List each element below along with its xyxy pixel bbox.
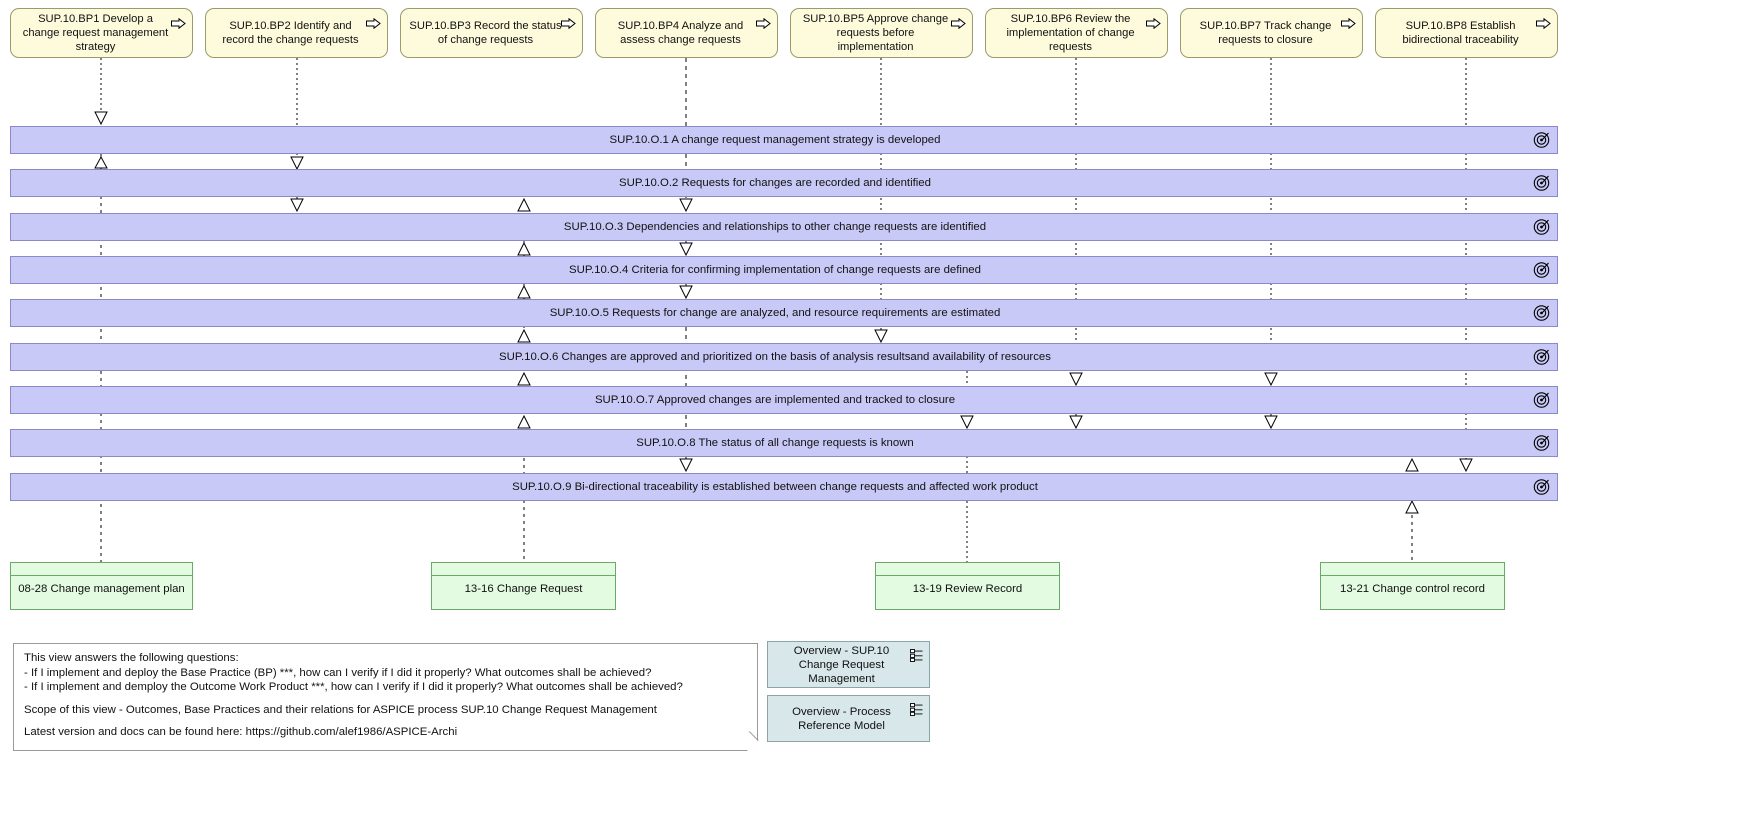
- diagram-note: This view answers the following question…: [13, 643, 759, 751]
- outcome-label: SUP.10.O.1 A change request management s…: [609, 134, 941, 146]
- base-practice-BP4[interactable]: SUP.10.BP4 Analyze and assess change req…: [595, 8, 778, 58]
- work-product-WP4[interactable]: 13-21 Change control record: [1320, 562, 1505, 610]
- view-list-icon: [910, 703, 923, 716]
- outcome-label: SUP.10.O.4 Criteria for confirming imple…: [569, 264, 981, 276]
- outcome-label: SUP.10.O.8 The status of all change requ…: [636, 437, 914, 449]
- goal-target-icon: [1533, 392, 1550, 408]
- process-arrow-icon: [366, 18, 381, 29]
- outcome-label: SUP.10.O.2 Requests for changes are reco…: [619, 177, 931, 189]
- outcome-O6[interactable]: SUP.10.O.6 Changes are approved and prio…: [10, 343, 1558, 371]
- process-arrow-icon: [1536, 18, 1551, 29]
- outcome-O4[interactable]: SUP.10.O.4 Criteria for confirming imple…: [10, 256, 1558, 284]
- work-product-label: 13-21 Change control record: [1339, 583, 1485, 595]
- note-spacer: [24, 695, 747, 703]
- base-practice-label: SUP.10.BP5 Approve change requests befor…: [802, 13, 949, 53]
- outcome-label: SUP.10.O.6 Changes are approved and prio…: [499, 351, 1051, 363]
- outcome-label: SUP.10.O.5 Requests for change are analy…: [549, 307, 1001, 319]
- outcome-label: SUP.10.O.3 Dependencies and relationship…: [563, 221, 987, 233]
- base-practice-label: SUP.10.BP3 Record the status of change r…: [409, 20, 562, 46]
- work-product-label: 08-28 Change management plan: [18, 583, 185, 595]
- base-practice-BP7[interactable]: SUP.10.BP7 Track change requests to clos…: [1180, 8, 1363, 58]
- work-product-label: 13-19 Review Record: [912, 583, 1023, 595]
- work-product-WP1[interactable]: 08-28 Change management plan: [10, 562, 193, 610]
- goal-target-icon: [1533, 349, 1550, 365]
- goal-target-icon: [1533, 219, 1550, 235]
- note-line: Latest version and docs can be found her…: [24, 726, 458, 739]
- process-arrow-icon: [171, 18, 186, 29]
- view-reference-label: Overview - Process Reference Model: [792, 705, 891, 732]
- goal-target-icon: [1533, 305, 1550, 321]
- work-product-WP3[interactable]: 13-19 Review Record: [875, 562, 1060, 610]
- base-practice-BP8[interactable]: SUP.10.BP8 Establish bidirectional trace…: [1375, 8, 1558, 58]
- note-line: This view answers the following question…: [24, 652, 239, 664]
- outcome-O1[interactable]: SUP.10.O.1 A change request management s…: [10, 126, 1558, 154]
- work-product-header-bar: [1321, 563, 1504, 576]
- base-practice-label: SUP.10.BP6 Review the implementation of …: [1006, 13, 1135, 53]
- process-arrow-icon: [1341, 18, 1356, 29]
- view-reference-overview-sup10[interactable]: Overview - SUP.10 Change Request Managem…: [767, 641, 930, 688]
- process-arrow-icon: [951, 18, 966, 29]
- outcome-O3[interactable]: SUP.10.O.3 Dependencies and relationship…: [10, 213, 1558, 241]
- note-spacer: [24, 717, 747, 725]
- process-arrow-icon: [1146, 18, 1161, 29]
- base-practice-BP6[interactable]: SUP.10.BP6 Review the implementation of …: [985, 8, 1168, 58]
- work-product-header-bar: [11, 563, 192, 576]
- work-product-header-bar: [876, 563, 1059, 576]
- base-practice-BP1[interactable]: SUP.10.BP1 Develop a change request mana…: [10, 8, 193, 58]
- base-practice-label: SUP.10.BP4 Analyze and assess change req…: [617, 20, 744, 46]
- goal-target-icon: [1533, 132, 1550, 148]
- goal-target-icon: [1533, 262, 1550, 278]
- process-arrow-icon: [756, 18, 771, 29]
- view-list-icon: [910, 649, 923, 662]
- outcome-O8[interactable]: SUP.10.O.8 The status of all change requ…: [10, 429, 1558, 457]
- base-practice-label: SUP.10.BP1 Develop a change request mana…: [22, 13, 169, 53]
- base-practice-label: SUP.10.BP2 Identify and record the chang…: [222, 20, 359, 46]
- goal-target-icon: [1533, 435, 1550, 451]
- archimate-diagram-canvas: SUP.10.BP1 Develop a change request mana…: [0, 0, 1737, 839]
- base-practice-BP3[interactable]: SUP.10.BP3 Record the status of change r…: [400, 8, 583, 58]
- work-product-label: 13-16 Change Request: [464, 583, 583, 595]
- work-product-header-bar: [432, 563, 615, 576]
- outcome-O2[interactable]: SUP.10.O.2 Requests for changes are reco…: [10, 169, 1558, 197]
- base-practice-BP5[interactable]: SUP.10.BP5 Approve change requests befor…: [790, 8, 973, 58]
- goal-target-icon: [1533, 175, 1550, 191]
- goal-target-icon: [1533, 479, 1550, 495]
- base-practice-label: SUP.10.BP8 Establish bidirectional trace…: [1402, 20, 1519, 46]
- base-practice-label: SUP.10.BP7 Track change requests to clos…: [1199, 20, 1332, 46]
- work-product-WP2[interactable]: 13-16 Change Request: [431, 562, 616, 610]
- view-reference-label: Overview - SUP.10 Change Request Managem…: [793, 644, 890, 685]
- process-arrow-icon: [561, 18, 576, 29]
- outcome-label: SUP.10.O.9 Bi-directional traceability i…: [512, 481, 1038, 493]
- view-reference-process-reference-model[interactable]: Overview - Process Reference Model: [767, 695, 930, 742]
- outcome-O9[interactable]: SUP.10.O.9 Bi-directional traceability i…: [10, 473, 1558, 501]
- note-line: - If I implement and demploy the Outcome…: [24, 681, 683, 694]
- outcome-O5[interactable]: SUP.10.O.5 Requests for change are analy…: [10, 299, 1558, 327]
- base-practice-BP2[interactable]: SUP.10.BP2 Identify and record the chang…: [205, 8, 388, 58]
- note-folded-corner: [747, 740, 758, 751]
- outcome-label: SUP.10.O.7 Approved changes are implemen…: [594, 394, 956, 406]
- note-line: Scope of this view - Outcomes, Base Prac…: [24, 703, 657, 716]
- note-line: - If I implement and deploy the Base Pra…: [24, 666, 652, 679]
- outcome-O7[interactable]: SUP.10.O.7 Approved changes are implemen…: [10, 386, 1558, 414]
